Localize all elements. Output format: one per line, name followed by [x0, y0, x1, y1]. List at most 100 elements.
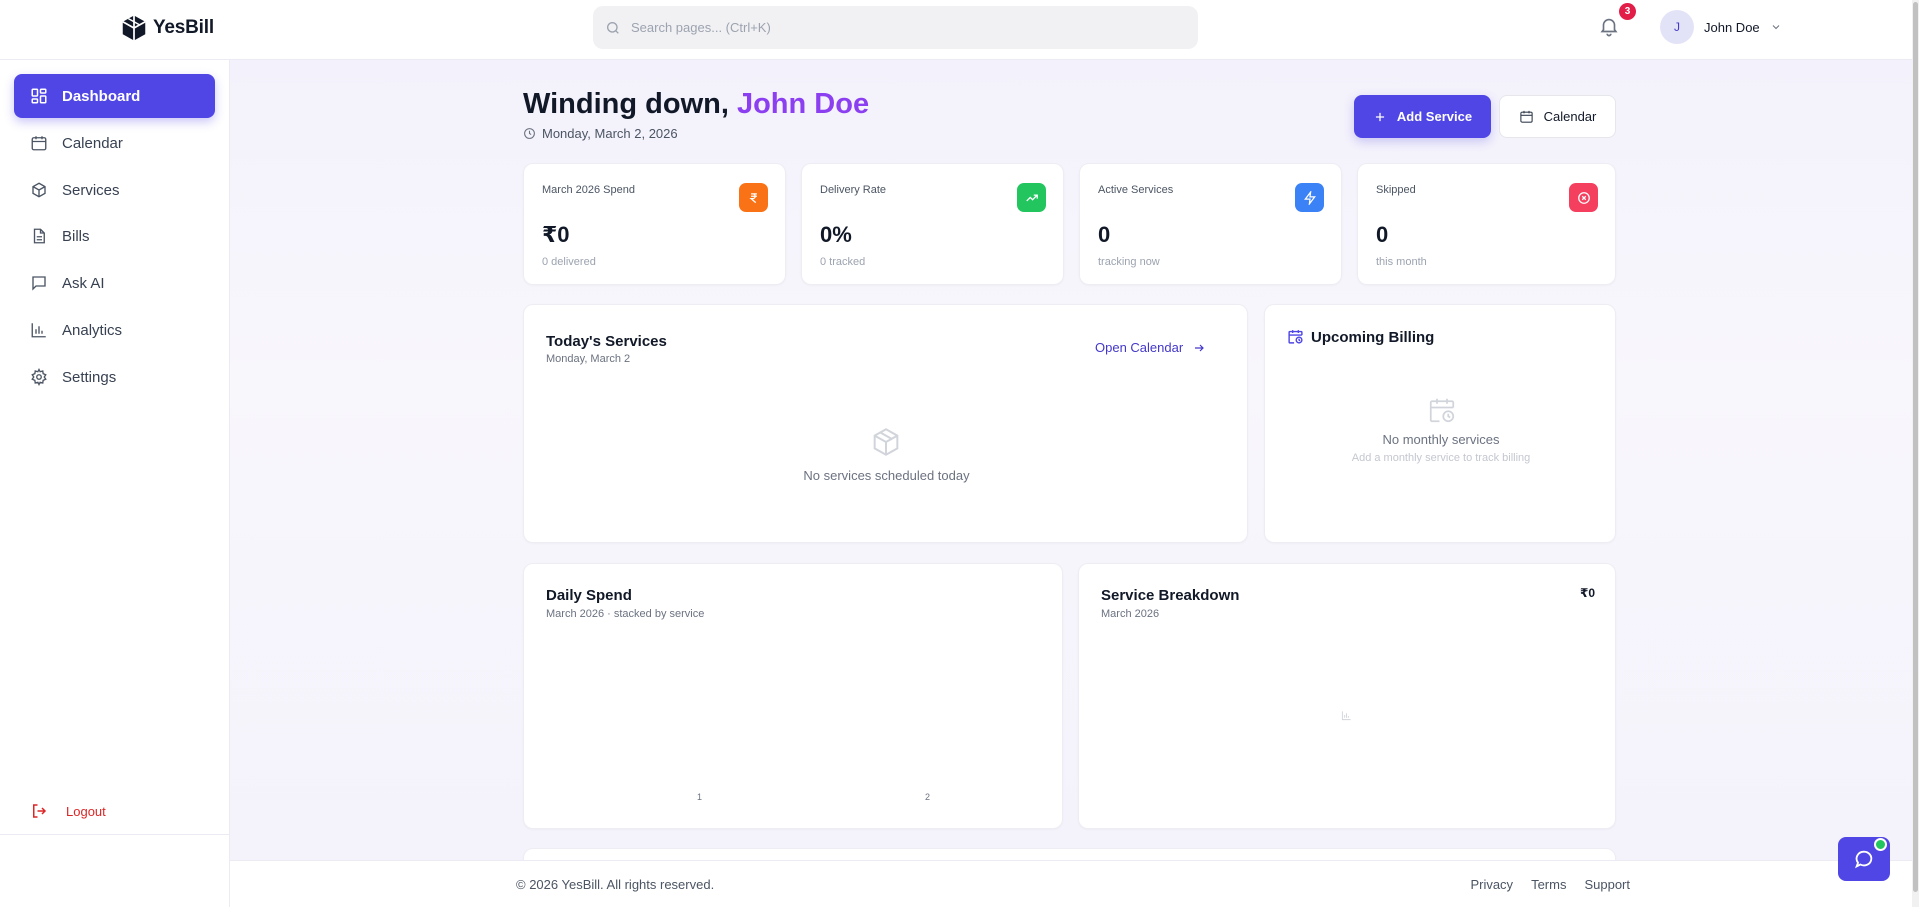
calendar-clock-icon [1429, 398, 1455, 423]
footer-link-support[interactable]: Support [1584, 877, 1630, 892]
chat-icon [32, 276, 46, 291]
footer-link-privacy[interactable]: Privacy [1470, 877, 1513, 892]
sidebar-item-analytics[interactable]: Analytics [14, 308, 215, 352]
calendar-clock-icon [1288, 330, 1303, 344]
x-tick-label: 1 [697, 792, 703, 802]
brand-name: YesBill [153, 17, 214, 38]
current-date: Monday, March 2, 2026 [523, 126, 678, 141]
avatar: J [1660, 10, 1694, 44]
stat-sub: tracking now [1098, 256, 1160, 268]
sidebar-item-label: Analytics [62, 321, 123, 339]
stat-sub: 0 tracked [820, 256, 866, 268]
stat-value: 0 [1376, 222, 1389, 247]
sidebar-item-services[interactable]: Services [14, 168, 215, 212]
stat-card-delivery-rate: Delivery Rate 0% 0 tracked [801, 163, 1064, 285]
stat-card-active-services: Active Services 0 tracking now [1079, 163, 1342, 285]
add-service-label: Add Service [1396, 109, 1473, 124]
online-status-dot [1874, 838, 1887, 851]
bar-chart-icon [1341, 711, 1351, 721]
daily-spend-card: Daily Spend March 2026 · stacked by serv… [523, 563, 1063, 829]
empty-state-text: No services scheduled today [803, 468, 970, 483]
breakdown-total: ₹0 [1579, 586, 1595, 600]
arrow-right-icon [1195, 344, 1205, 351]
notification-badge: 3 [1619, 3, 1636, 20]
calendar-button[interactable]: Calendar [1499, 95, 1616, 138]
sidebar-item-calendar[interactable]: Calendar [14, 121, 215, 165]
stat-label: March 2026 Spend [542, 184, 635, 196]
top-bar: YesBill 3 J John Doe [0, 0, 1912, 60]
sidebar-item-dashboard[interactable]: Dashboard [14, 74, 215, 118]
rupee-icon [739, 183, 768, 212]
stat-card-skipped: Skipped 0 this month [1357, 163, 1616, 285]
search-input[interactable] [631, 20, 1131, 35]
open-calendar-link[interactable]: Open Calendar [1095, 340, 1205, 355]
daily-spend-chart: 12 [524, 564, 1064, 830]
chevron-down-icon [1772, 25, 1780, 30]
stat-sub: 0 delivered [542, 256, 596, 268]
search-bar[interactable] [593, 6, 1198, 49]
bar-chart-icon [31, 323, 46, 338]
bolt-icon [1295, 183, 1324, 212]
logout-label: Logout [66, 803, 106, 819]
plus-icon [1375, 112, 1385, 121]
grid-icon [31, 88, 47, 104]
logout-button[interactable]: Logout [30, 802, 106, 820]
stat-sub: this month [1376, 256, 1427, 268]
stat-label: Active Services [1098, 184, 1174, 196]
sidebar-item-label: Ask AI [62, 274, 105, 292]
page-scrollbar[interactable] [1912, 0, 1919, 907]
todays-services-card: Today's Services Monday, March 2 Open Ca… [523, 304, 1248, 543]
box-icon [873, 428, 899, 456]
cube-logo-icon [122, 15, 146, 41]
scrollbar-thumb[interactable] [1913, 2, 1918, 892]
footer-copyright: © 2026 YesBill. All rights reserved. [516, 877, 715, 892]
empty-state-title: No monthly services [1382, 432, 1500, 447]
x-circle-icon [1569, 183, 1598, 212]
stat-value: 0% [820, 222, 852, 247]
user-menu[interactable]: J John Doe [1660, 10, 1782, 44]
sidebar-item-settings[interactable]: Settings [14, 355, 215, 399]
empty-state-subtitle: Add a monthly service to track billing [1351, 452, 1531, 464]
file-icon [33, 228, 45, 244]
stat-value: ₹0 [542, 222, 570, 247]
greeting-prefix: Winding down, [523, 88, 729, 120]
calendar-icon [31, 136, 47, 151]
card-subtitle: March 2026 [1101, 608, 1160, 620]
sidebar-item-bills[interactable]: Bills [14, 214, 215, 258]
logout-icon [33, 804, 47, 818]
x-tick-label: 2 [925, 792, 931, 802]
footer-link-terms[interactable]: Terms [1531, 877, 1566, 892]
sidebar-item-label: Services [62, 181, 120, 199]
open-calendar-label: Open Calendar [1095, 340, 1184, 355]
box-icon [32, 182, 46, 198]
stat-card-spend: March 2026 Spend ₹0 0 delivered [523, 163, 786, 285]
stat-label: Delivery Rate [820, 184, 887, 196]
sidebar-divider [0, 834, 229, 835]
service-breakdown-card: Service Breakdown March 2026 ₹0 [1078, 563, 1616, 829]
greeting-name: John Doe [736, 88, 870, 120]
search-icon [607, 21, 619, 34]
card-title: Upcoming Billing [1311, 329, 1435, 346]
stat-value: 0 [1098, 222, 1111, 247]
calendar-icon [1519, 110, 1533, 123]
sidebar-item-label: Calendar [62, 134, 123, 152]
bell-icon[interactable] [1598, 15, 1620, 37]
gear-icon [31, 368, 47, 386]
page-title: Winding down, John Doe [523, 88, 869, 121]
sidebar-item-ask-ai[interactable]: Ask AI [14, 261, 215, 305]
brand-logo[interactable]: YesBill [119, 13, 214, 43]
trending-up-icon [1017, 183, 1046, 212]
date-text: Monday, March 2, 2026 [542, 126, 678, 141]
sidebar-item-label: Bills [62, 227, 90, 245]
stat-label: Skipped [1376, 184, 1416, 196]
footer: © 2026 YesBill. All rights reserved. Pri… [230, 860, 1912, 907]
sidebar-item-label: Settings [62, 368, 117, 386]
card-subtitle: Monday, March 2 [546, 353, 631, 365]
sidebar: Dashboard Calendar Services Bills Ask AI… [0, 60, 230, 907]
user-name: John Doe [1704, 19, 1760, 35]
card-title: Today's Services [546, 333, 667, 350]
clock-icon [524, 128, 535, 139]
card-title: Service Breakdown [1101, 587, 1240, 604]
sidebar-item-label: Dashboard [62, 87, 141, 105]
add-service-button[interactable]: Add Service [1354, 95, 1491, 138]
